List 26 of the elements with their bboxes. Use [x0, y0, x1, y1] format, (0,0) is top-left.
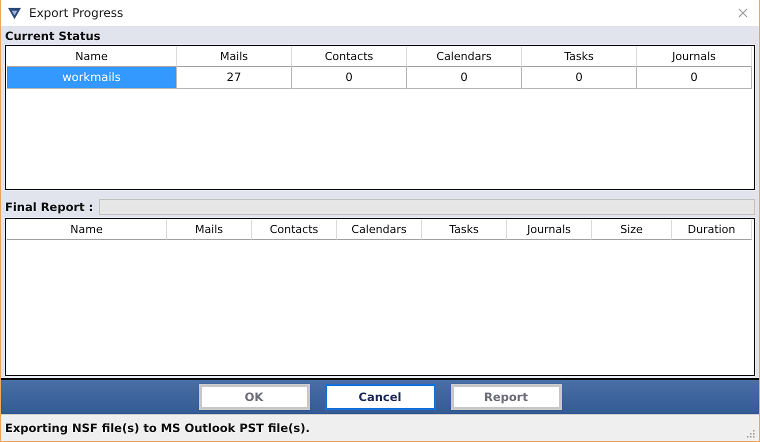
- resize-grip-icon[interactable]: [745, 428, 755, 438]
- table-cell[interactable]: 0: [522, 67, 637, 89]
- table-cell[interactable]: 0: [407, 67, 522, 89]
- column-header[interactable]: Mails: [177, 47, 292, 67]
- column-header[interactable]: Contacts: [252, 220, 337, 240]
- table-cell[interactable]: 0: [292, 67, 407, 89]
- column-header[interactable]: Tasks: [522, 47, 637, 67]
- app-logo-icon: [7, 6, 22, 20]
- column-header[interactable]: Mails: [167, 220, 252, 240]
- final-report-label: Final Report :: [5, 200, 94, 214]
- column-header[interactable]: Size: [592, 220, 672, 240]
- table-cell[interactable]: 0: [637, 67, 752, 89]
- column-header[interactable]: Calendars: [337, 220, 422, 240]
- column-header[interactable]: Calendars: [407, 47, 522, 67]
- close-icon[interactable]: [738, 8, 748, 18]
- status-text: Exporting NSF file(s) to MS Outlook PST file(s).: [5, 421, 311, 435]
- column-header[interactable]: Duration: [672, 220, 752, 240]
- column-header[interactable]: Journals: [637, 47, 752, 67]
- column-header[interactable]: Tasks: [422, 220, 507, 240]
- dialog-button[interactable]: Cancel: [324, 384, 436, 410]
- window-title: Export Progress: [29, 6, 124, 20]
- column-header[interactable]: Journals: [507, 220, 592, 240]
- column-header[interactable]: Contacts: [292, 47, 407, 67]
- section-title: Current Status: [5, 29, 102, 43]
- column-header[interactable]: Name: [7, 220, 167, 240]
- table-cell[interactable]: 27: [177, 67, 292, 89]
